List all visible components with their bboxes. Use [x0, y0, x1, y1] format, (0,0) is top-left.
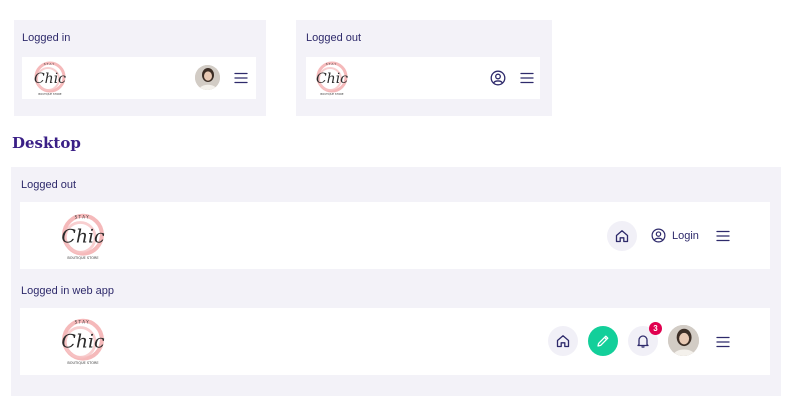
- logo-top-text: S T A Y: [326, 62, 337, 66]
- mobile-logged-out-label: Logged out: [306, 32, 362, 44]
- home-icon: [615, 230, 629, 243]
- user-avatar[interactable]: [668, 325, 699, 356]
- desktop-header-logged-out: S T A Y Chic BOUTIQUE STORE Login: [20, 202, 770, 269]
- logo[interactable]: S T A Y Chic BOUTIQUE STORE: [56, 315, 110, 367]
- login-label: Login: [672, 229, 699, 242]
- logo-top-text: S T A Y: [75, 214, 90, 219]
- home-button[interactable]: [607, 221, 637, 251]
- user-circle-icon: [651, 228, 666, 243]
- desktop-logged-out-label: Logged out: [21, 179, 77, 191]
- pencil-icon: [597, 335, 609, 347]
- create-post-button[interactable]: [588, 326, 618, 356]
- mobile-header-logged-out: S T A Y Chic BOUTIQUE STORE: [306, 57, 540, 99]
- desktop-header-logged-in: S T A Y Chic BOUTIQUE STORE 3: [20, 308, 770, 375]
- desktop-logged-in-label: Logged in web app: [21, 285, 114, 297]
- mobile-logged-out-panel: Logged out S T A Y Chic BOUTIQUE STORE: [296, 20, 552, 116]
- logo-word: Chic: [61, 331, 105, 353]
- home-button[interactable]: [548, 326, 578, 356]
- logo[interactable]: S T A Y Chic BOUTIQUE STORE: [30, 59, 70, 97]
- logo-tagline: BOUTIQUE STORE: [320, 92, 344, 96]
- user-avatar[interactable]: [195, 65, 220, 90]
- logo-top-text: S T A Y: [75, 319, 90, 324]
- logo-word: Chic: [34, 71, 66, 87]
- mobile-header-logged-in: S T A Y Chic BOUTIQUE STORE: [22, 57, 256, 99]
- mobile-logged-in-label: Logged in: [22, 32, 71, 44]
- logo-word: Chic: [61, 226, 105, 248]
- logo[interactable]: S T A Y Chic BOUTIQUE STORE: [56, 210, 110, 262]
- home-icon: [556, 335, 570, 348]
- menu-icon[interactable]: [715, 334, 731, 350]
- menu-icon[interactable]: [519, 70, 535, 86]
- menu-icon[interactable]: [233, 70, 249, 86]
- section-title: Desktop: [12, 134, 81, 152]
- login-link[interactable]: Login: [651, 228, 699, 243]
- mobile-logged-in-panel: Logged in S T A Y Chic BOUTIQUE STORE: [14, 20, 266, 116]
- logo-tagline: BOUTIQUE STORE: [67, 256, 98, 260]
- logo-top-text: S T A Y: [44, 62, 55, 66]
- desktop-panel: Logged out S T A Y Chic BOUTIQUE STORE L…: [11, 167, 781, 396]
- logo-word: Chic: [316, 71, 348, 87]
- user-circle-icon[interactable]: [489, 69, 507, 87]
- menu-icon[interactable]: [715, 228, 731, 244]
- logo[interactable]: S T A Y Chic BOUTIQUE STORE: [312, 59, 352, 97]
- notification-badge: 3: [649, 322, 662, 335]
- logo-tagline: BOUTIQUE STORE: [67, 361, 98, 365]
- logo-tagline: BOUTIQUE STORE: [38, 92, 62, 96]
- bell-icon: [637, 335, 649, 348]
